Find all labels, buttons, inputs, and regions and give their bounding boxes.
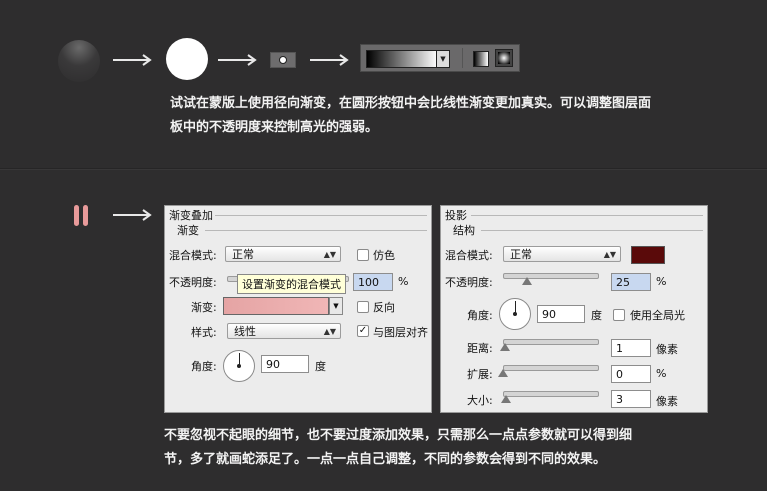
arrow-right-icon [113, 209, 152, 221]
blend-mode-label: 混合模式: [169, 249, 217, 262]
percent-label: % [656, 275, 667, 288]
add-mask-icon[interactable] [270, 52, 296, 68]
white-circle [166, 38, 208, 80]
drop-shadow-panel: 投影 结构 混合模式: 正常 ▲▼ 不透明度: 25 % 角度: 90 度 使用… [440, 205, 708, 413]
size-label: 大小: [467, 394, 493, 407]
opacity-input[interactable]: 100 [353, 273, 393, 291]
dither-label: 仿色 [373, 249, 395, 262]
section-divider [0, 168, 767, 170]
gradient-preview[interactable] [366, 50, 438, 68]
angle-dial[interactable] [223, 350, 255, 382]
group-title: 渐变 [177, 224, 199, 237]
dark-sphere [58, 40, 100, 82]
distance-slider[interactable] [503, 339, 599, 345]
distance-label: 距离: [467, 342, 493, 355]
slider-thumb[interactable] [522, 277, 532, 285]
arrow-right-icon [310, 54, 349, 66]
angle-dial[interactable] [499, 298, 531, 330]
chevron-updown-icon: ▲▼ [603, 250, 616, 259]
caption-step2: 不要忽视不起眼的细节，也不要过度添加效果，只需那么一点点参数就可以得到细 节，多… [164, 428, 633, 467]
gradient-swatch[interactable] [223, 297, 329, 315]
px-label: 像素 [656, 395, 678, 408]
spread-label: 扩展: [467, 368, 493, 381]
angle-input[interactable]: 90 [261, 355, 309, 373]
reverse-label: 反向 [373, 301, 395, 314]
blend-mode-select[interactable]: 正常 ▲▼ [225, 246, 341, 262]
blend-mode-label: 混合模式: [445, 249, 493, 262]
global-light-label: 使用全局光 [630, 309, 685, 322]
spread-input[interactable]: 0 [611, 365, 651, 383]
gradient-toolbar: ▼ [360, 44, 520, 72]
pause-icon [72, 205, 92, 227]
chevron-updown-icon: ▲▼ [323, 250, 336, 259]
slider-thumb[interactable] [501, 395, 511, 403]
blend-mode-select[interactable]: 正常 ▲▼ [503, 246, 621, 262]
angle-label: 角度: [191, 360, 217, 373]
opacity-label: 不透明度: [445, 276, 493, 289]
degree-label: 度 [591, 309, 602, 322]
shadow-color-swatch[interactable] [631, 246, 665, 264]
arrow-right-icon [113, 54, 152, 66]
px-label: 像素 [656, 343, 678, 356]
reverse-checkbox[interactable] [357, 301, 369, 313]
size-slider[interactable] [503, 391, 599, 397]
align-layer-checkbox[interactable]: ✓ [357, 325, 369, 337]
angle-input[interactable]: 90 [537, 305, 585, 323]
panel-title: 渐变叠加 [169, 209, 213, 222]
style-label: 样式: [191, 326, 217, 339]
panel-title: 投影 [445, 209, 467, 222]
angle-label: 角度: [467, 309, 493, 322]
caption-step1: 试试在蒙版上使用径向渐变，在圆形按钮中会比线性渐变更加真实。可以调整图层面 板中… [170, 96, 652, 135]
percent-label: % [398, 275, 409, 288]
opacity-label: 不透明度: [169, 276, 217, 289]
style-select[interactable]: 线性 ▲▼ [227, 323, 341, 339]
opacity-input[interactable]: 25 [611, 273, 651, 291]
chevron-down-icon[interactable]: ▼ [329, 297, 343, 315]
slider-thumb[interactable] [500, 343, 510, 351]
gradient-label: 渐变: [191, 301, 217, 314]
opacity-slider[interactable] [503, 273, 599, 279]
chevron-down-icon[interactable]: ▼ [436, 50, 450, 68]
spread-slider[interactable] [503, 365, 599, 371]
chevron-updown-icon: ▲▼ [323, 327, 336, 336]
global-light-checkbox[interactable] [613, 309, 625, 321]
radial-gradient-icon[interactable] [495, 49, 513, 67]
degree-label: 度 [315, 360, 326, 373]
arrow-right-icon [218, 54, 257, 66]
slider-thumb[interactable] [498, 369, 508, 377]
gradient-overlay-panel: 渐变叠加 渐变 混合模式: 正常 ▲▼ 仿色 不透明度: 100 % 设置渐变的… [164, 205, 432, 413]
dither-checkbox[interactable] [357, 249, 369, 261]
size-input[interactable]: 3 [611, 390, 651, 408]
distance-input[interactable]: 1 [611, 339, 651, 357]
align-layer-label: 与图层对齐 [373, 326, 428, 339]
group-title: 结构 [453, 224, 475, 237]
linear-gradient-icon[interactable] [473, 51, 489, 67]
tooltip: 设置渐变的混合模式 [237, 274, 346, 294]
percent-label: % [656, 367, 667, 380]
